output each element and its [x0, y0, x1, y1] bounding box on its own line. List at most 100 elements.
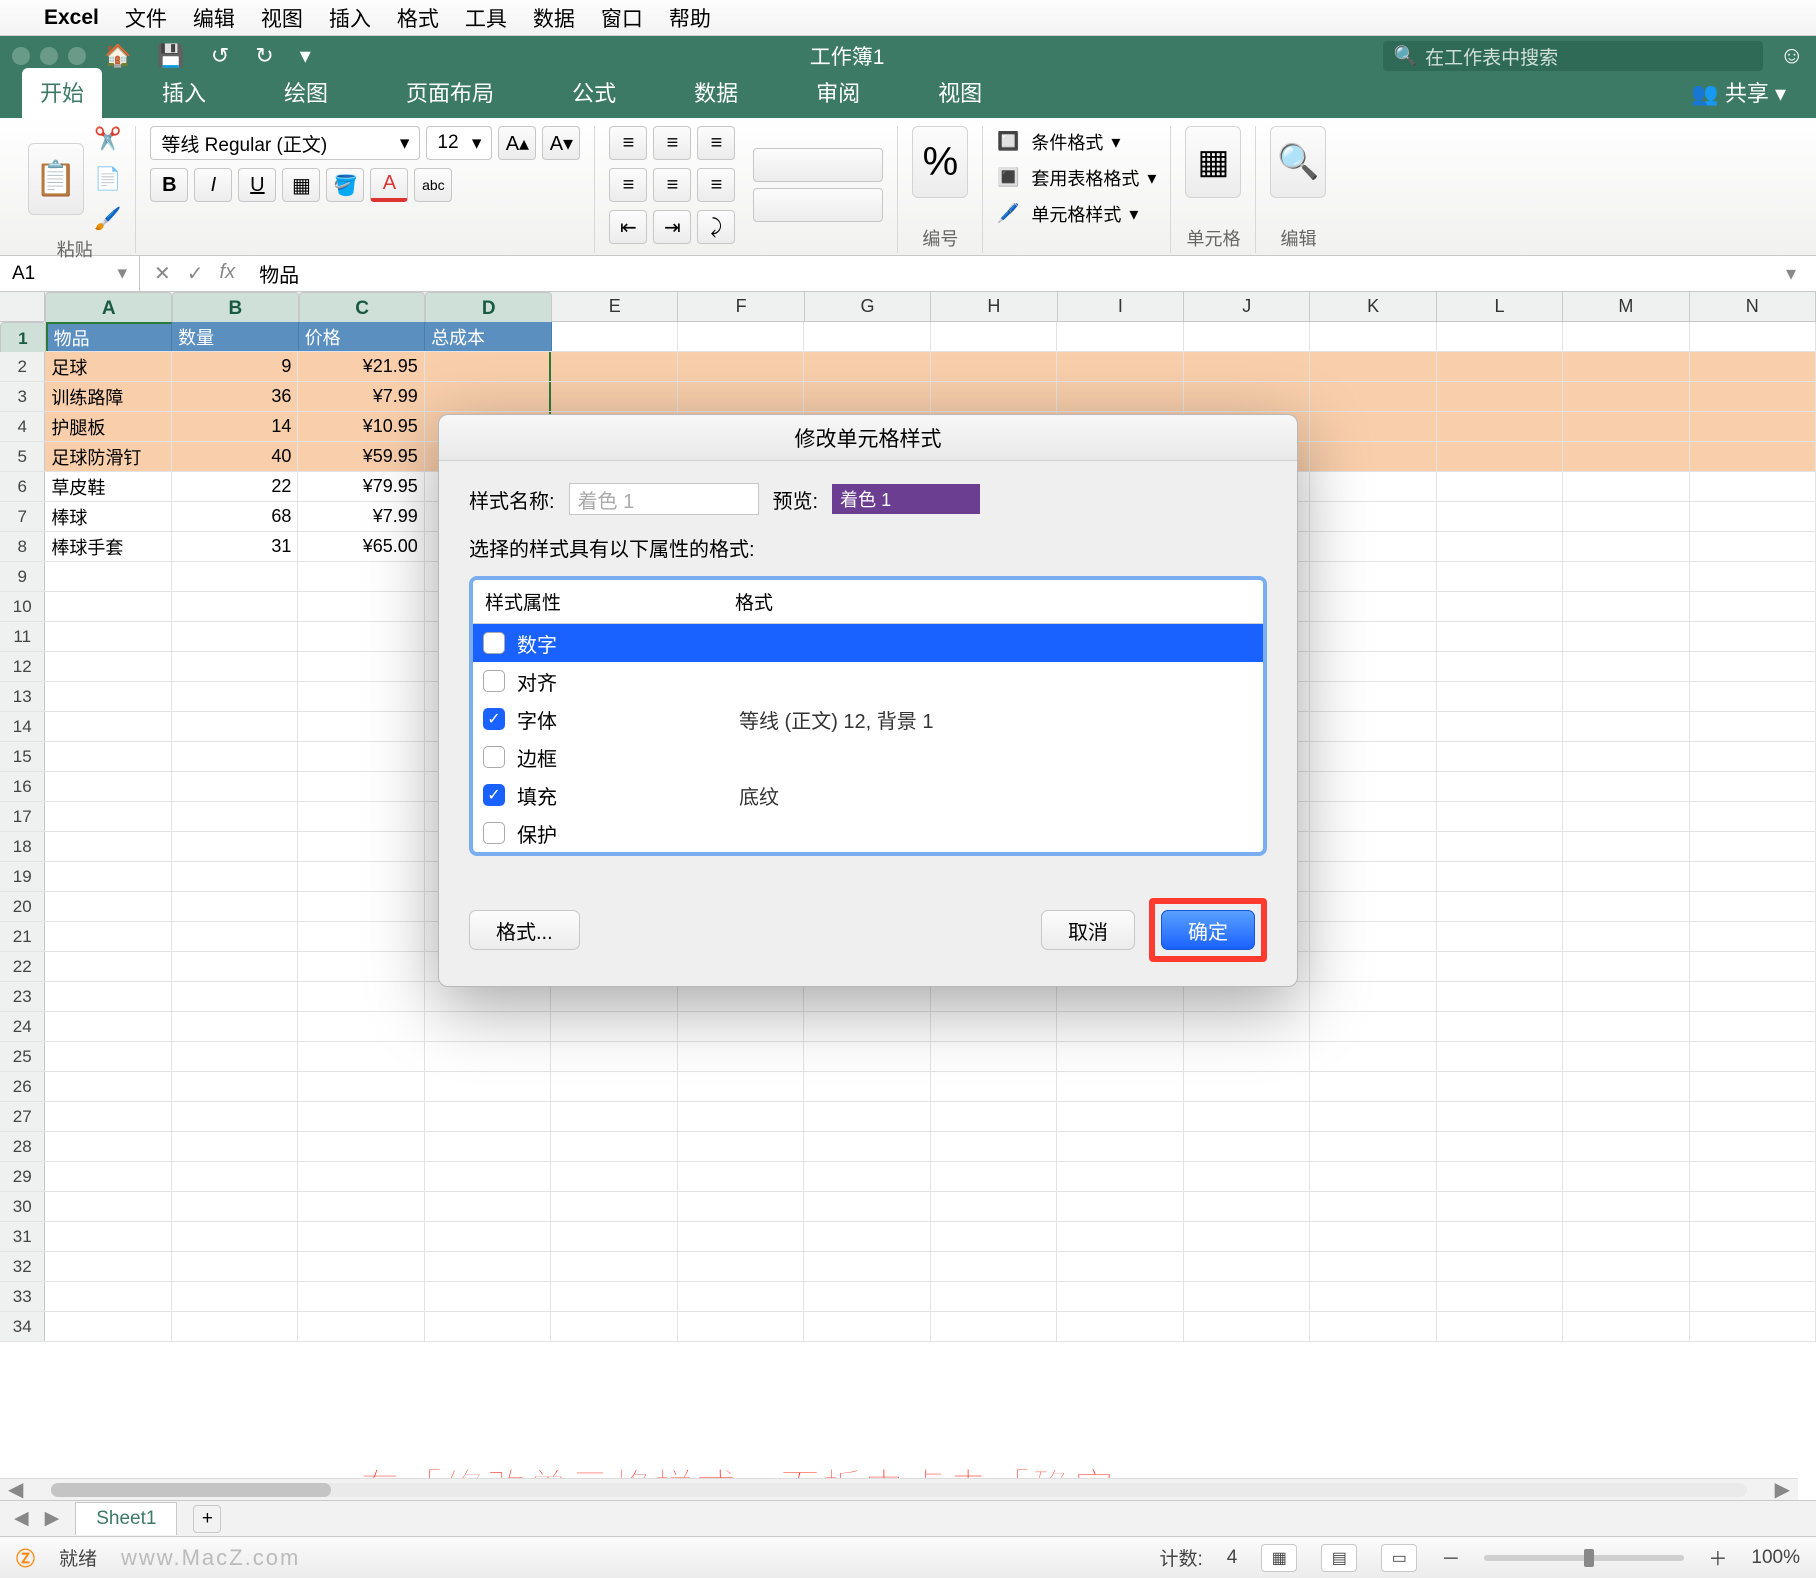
cell[interactable]: [1310, 562, 1436, 591]
phonetic-button[interactable]: abc: [414, 168, 452, 202]
search-field[interactable]: 🔍 在工作表中搜索: [1383, 41, 1763, 71]
align-center-button[interactable]: ≡: [653, 168, 691, 202]
cell[interactable]: [425, 1162, 551, 1191]
cell-style-button[interactable]: 🖊️单元格样式 ▾: [997, 198, 1156, 230]
row-header[interactable]: 20: [0, 892, 45, 921]
col-header-K[interactable]: K: [1310, 292, 1436, 321]
cell[interactable]: [172, 982, 298, 1011]
align-right-button[interactable]: ≡: [697, 168, 735, 202]
cell[interactable]: [1437, 622, 1563, 651]
cell[interactable]: [425, 1102, 551, 1131]
conditional-format-button[interactable]: 🔲条件格式 ▾: [997, 126, 1156, 158]
cell[interactable]: [298, 982, 424, 1011]
tab-review[interactable]: 审阅: [798, 68, 878, 118]
cell[interactable]: [931, 1072, 1057, 1101]
app-name[interactable]: Excel: [44, 6, 99, 30]
cell[interactable]: [45, 682, 171, 711]
cell[interactable]: [1437, 772, 1563, 801]
cell[interactable]: [298, 1042, 424, 1071]
menu-tools[interactable]: 工具: [465, 3, 507, 33]
row-header[interactable]: 5: [0, 442, 45, 471]
cell[interactable]: [1057, 1222, 1183, 1251]
cell[interactable]: [1310, 1012, 1436, 1041]
row-header[interactable]: 1: [0, 322, 46, 356]
cell[interactable]: [298, 802, 424, 831]
menu-view[interactable]: 视图: [261, 3, 303, 33]
attr-row[interactable]: 对齐: [473, 662, 1263, 700]
cell[interactable]: [551, 1252, 677, 1281]
cell[interactable]: [1184, 1252, 1310, 1281]
attr-row[interactable]: 数字: [473, 624, 1263, 662]
col-header-N[interactable]: N: [1690, 292, 1816, 321]
cell[interactable]: [1690, 472, 1816, 501]
style-name-input[interactable]: 着色 1: [569, 483, 759, 515]
col-header-J[interactable]: J: [1184, 292, 1310, 321]
cell[interactable]: [1690, 952, 1816, 981]
cell[interactable]: [1563, 862, 1689, 891]
zoom-in-button[interactable]: ＋: [1708, 1544, 1727, 1571]
cell[interactable]: [425, 352, 551, 381]
cell[interactable]: [1310, 952, 1436, 981]
cell[interactable]: [172, 712, 298, 741]
attr-row[interactable]: 边框: [473, 738, 1263, 776]
cell[interactable]: [931, 1102, 1057, 1131]
cell[interactable]: [298, 1282, 424, 1311]
row-header[interactable]: 24: [0, 1012, 45, 1041]
cell[interactable]: [931, 382, 1057, 411]
cell[interactable]: [172, 1072, 298, 1101]
cell[interactable]: [172, 622, 298, 651]
cell[interactable]: [425, 1132, 551, 1161]
cell[interactable]: [298, 712, 424, 741]
cell[interactable]: [1563, 802, 1689, 831]
cell[interactable]: [931, 1312, 1057, 1341]
cell[interactable]: [298, 832, 424, 861]
cell[interactable]: [1690, 622, 1816, 651]
cell[interactable]: 物品: [46, 322, 172, 351]
cell[interactable]: [678, 322, 804, 351]
cell[interactable]: [298, 922, 424, 951]
align-middle-button[interactable]: ≡: [653, 126, 691, 160]
cell[interactable]: [1437, 472, 1563, 501]
row-header[interactable]: 9: [0, 562, 45, 591]
cell[interactable]: [1437, 1222, 1563, 1251]
cell[interactable]: [678, 1042, 804, 1071]
cell[interactable]: [45, 922, 171, 951]
cell[interactable]: [804, 1012, 930, 1041]
fx-icon[interactable]: fx: [220, 261, 236, 286]
cell[interactable]: [1690, 1012, 1816, 1041]
cell[interactable]: [1563, 1252, 1689, 1281]
cell[interactable]: [1690, 562, 1816, 591]
cell[interactable]: [1690, 592, 1816, 621]
cell[interactable]: [45, 802, 171, 831]
ok-button[interactable]: 确定: [1161, 910, 1255, 950]
cell[interactable]: [1690, 1102, 1816, 1131]
cell[interactable]: [1437, 1042, 1563, 1071]
cell[interactable]: [1057, 1042, 1183, 1071]
cell[interactable]: [172, 1042, 298, 1071]
redo-icon[interactable]: ↻: [255, 43, 273, 69]
cell[interactable]: [931, 322, 1057, 351]
cell[interactable]: [804, 1042, 930, 1071]
cell[interactable]: [172, 1312, 298, 1341]
view-normal-button[interactable]: ▦: [1261, 1544, 1297, 1572]
cell[interactable]: [1563, 412, 1689, 441]
cell[interactable]: [1310, 1162, 1436, 1191]
cell[interactable]: [1437, 712, 1563, 741]
cell[interactable]: [45, 832, 171, 861]
cell[interactable]: [804, 1312, 930, 1341]
cell[interactable]: [804, 322, 930, 351]
cell[interactable]: [678, 1012, 804, 1041]
cell[interactable]: [1310, 502, 1436, 531]
find-button[interactable]: 🔍: [1270, 126, 1326, 198]
cell[interactable]: [298, 1072, 424, 1101]
menu-edit[interactable]: 编辑: [193, 3, 235, 33]
cell[interactable]: [45, 862, 171, 891]
row-header[interactable]: 28: [0, 1132, 45, 1161]
cell[interactable]: [1690, 1162, 1816, 1191]
cut-icon[interactable]: ✂️: [94, 126, 121, 152]
cell[interactable]: [678, 382, 804, 411]
menu-insert[interactable]: 插入: [329, 3, 371, 33]
cell[interactable]: [172, 772, 298, 801]
cell[interactable]: [1437, 412, 1563, 441]
cell[interactable]: [1437, 892, 1563, 921]
